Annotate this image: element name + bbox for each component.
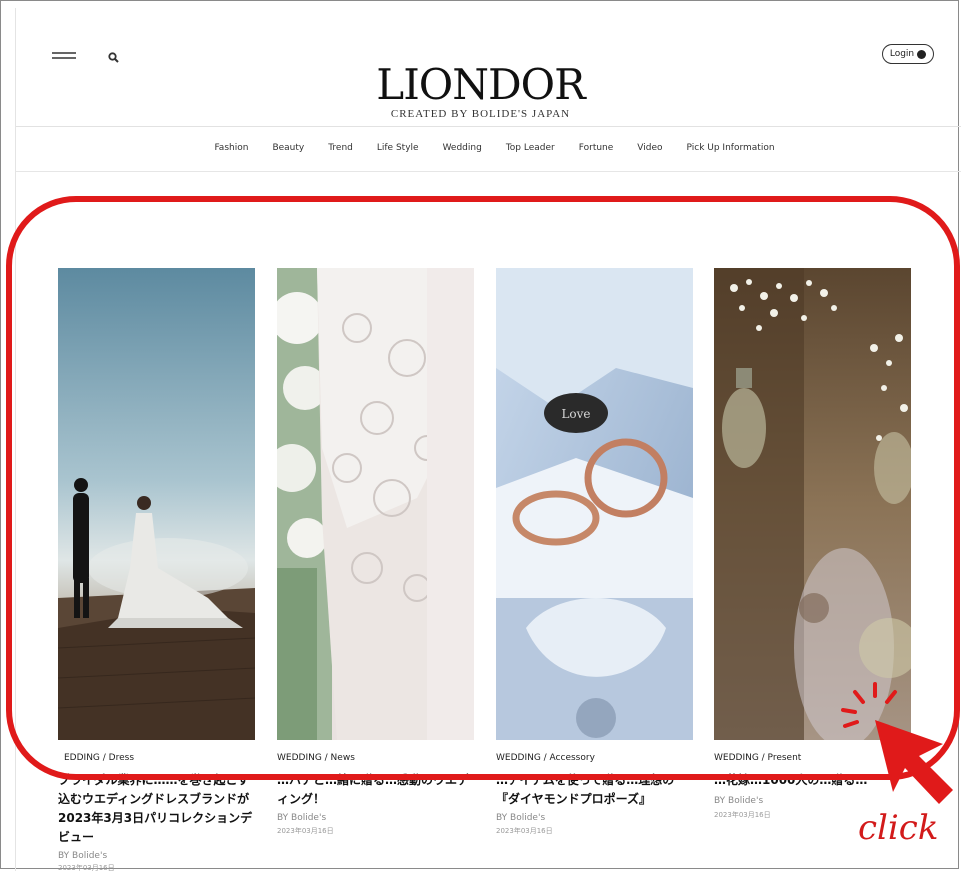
love-charm-engraving: Love [561,407,590,421]
article-card[interactable] [58,268,255,740]
click-cursor-icon [841,682,953,804]
article-title-line: ィング！ [277,792,326,806]
article-category[interactable]: WEDDING / Present [714,753,801,763]
nav-item-video[interactable]: Video [637,143,662,153]
nav-item-beauty[interactable]: Beauty [272,143,304,153]
header-divider [16,126,961,127]
article-title-line: …ハナと…緒に贈る…感動のウエデ [277,773,470,787]
article-date: 2023年03月16日 [277,827,334,835]
article-title-line: …アイテムを使って贈る…理想の [496,773,675,787]
article-date: 2023年03月16日 [714,811,771,819]
hamburger-menu-icon[interactable] [52,52,76,62]
article-author: BY Bolide's [714,796,764,806]
nav-item-trend[interactable]: Trend [328,143,353,153]
article-card[interactable] [714,268,911,740]
nav-item-fortune[interactable]: Fortune [579,143,614,153]
article-author: BY Bolide's [277,813,327,823]
nav-divider [16,171,961,172]
login-button[interactable]: Login [882,44,934,64]
article-photo-couple[interactable] [58,268,255,740]
article-title[interactable]: ブライダル業界に……を巻き起こす 込むウエディングドレスブランドが 2023年3… [58,771,263,847]
article-title-line: ビュー [58,830,95,844]
nav-item-fashion[interactable]: Fashion [214,143,248,153]
nav-item-wedding[interactable]: Wedding [443,143,482,153]
login-label: Login [889,49,915,59]
article-category[interactable]: WEDDING / Accessory [496,753,595,763]
article-card[interactable] [277,268,474,740]
article-title-line: 込むウエディングドレスブランドが [58,792,250,806]
click-annotation-label: click [858,808,939,848]
nav-item-life-style[interactable]: Life Style [377,143,419,153]
article-category[interactable]: EDDING / Dress [64,753,134,763]
article-title-line: ブライダル業界に……を巻き起こす [58,773,250,787]
article-category[interactable]: WEDDING / News [277,753,355,763]
article-photo-flower-bulbs[interactable] [714,268,911,740]
article-date: 2023年03月16日 [58,864,115,872]
article-author: BY Bolide's [496,813,546,823]
nav-item-pick-up-information[interactable]: Pick Up Information [687,143,775,153]
article-title-line: 2023年3月3日パリコレクションデ [58,811,253,825]
article-author: BY Bolide's [58,851,108,861]
user-icon [917,49,927,59]
site-tagline: CREATED BY BOLIDE'S JAPAN [390,108,571,120]
article-photo-lace-dress[interactable] [277,268,474,740]
article-title[interactable]: …アイテムを使って贈る…理想の 『ダイヤモンドプロポーズ』 [496,771,706,809]
page-edge-rule [15,8,16,871]
article-photo-rings[interactable]: Love [496,268,693,740]
article-date: 2023年03月16日 [496,827,553,835]
article-card[interactable]: Love [496,268,693,740]
nav-item-top-leader[interactable]: Top Leader [506,143,555,153]
article-title[interactable]: …ハナと…緒に贈る…感動のウエデ ィング！ [277,771,487,809]
main-nav: Fashion Beauty Trend Life Style Wedding … [0,143,961,153]
site-logo[interactable]: LIONDOR [0,62,961,108]
article-title-line: 『ダイヤモンドプロポーズ』 [496,792,652,806]
